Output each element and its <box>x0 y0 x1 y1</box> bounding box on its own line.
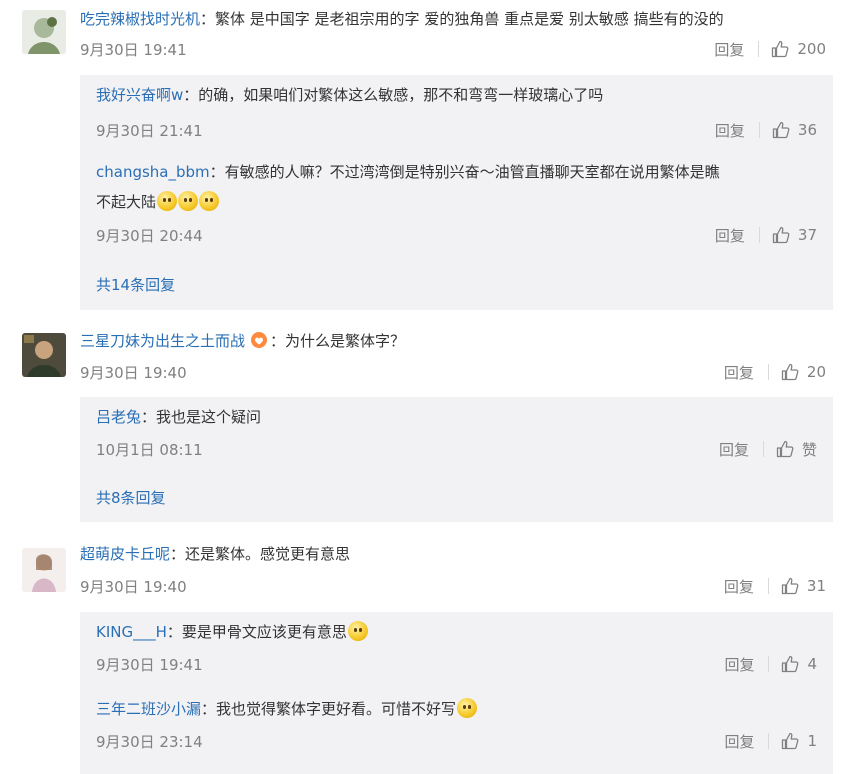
reply-button[interactable]: 回复 <box>724 576 754 597</box>
reply-button[interactable]: 回复 <box>715 120 745 141</box>
like-button[interactable]: 20 <box>781 363 826 381</box>
thumbs-up-icon <box>781 363 799 381</box>
like-button[interactable]: 36 <box>772 121 817 139</box>
reply-item: 三年二班沙小漏：我也觉得繁体字更好看。可惜不好写 9月30日 23:14 回复 … <box>96 694 817 753</box>
divider <box>767 578 769 594</box>
thumbs-up-icon <box>781 577 799 595</box>
replies-panel: 我好兴奋啊w：的确，如果咱们对繁体这么敏感，那不和弯弯一样玻璃心了吗 9月30日… <box>80 75 833 310</box>
thumbs-up-icon <box>782 732 799 750</box>
reply-button[interactable]: 回复 <box>719 439 749 460</box>
reply-item: KING___H：要是甲骨文应该更有意思 9月30日 19:41 回复 4 <box>96 617 817 676</box>
like-button[interactable]: 31 <box>781 577 826 595</box>
like-count: 200 <box>797 40 826 58</box>
view-more-replies-link[interactable]: 共8条回复 <box>96 487 166 508</box>
reply-text: ：我也是这个疑问 <box>141 408 262 426</box>
reply-text: ：的确，如果咱们对繁体这么敏感，那不和弯弯一样玻璃心了吗 <box>183 86 604 104</box>
comment-date: 9月30日 19:40 <box>80 364 187 382</box>
like-count: 赞 <box>801 440 817 459</box>
like-count: 1 <box>807 732 817 750</box>
reply-button[interactable]: 回复 <box>724 362 754 383</box>
cat-face-emoji-icon <box>157 191 178 211</box>
like-button[interactable]: 4 <box>781 655 817 673</box>
reply-date: 9月30日 19:41 <box>96 656 203 674</box>
reply-text: ：我也觉得繁体字更好看。可惜不好写 <box>201 700 457 718</box>
comment-username[interactable]: 三星刀妹为出生之土而战 <box>80 332 245 350</box>
thumbs-up-icon <box>776 440 794 458</box>
reply-button[interactable]: 回复 <box>715 225 745 246</box>
reply-item: 吕老兔：我也是这个疑问 10月1日 08:11 回复 赞 <box>96 402 817 461</box>
fan-badge-icon <box>251 332 268 348</box>
like-button[interactable]: 200 <box>771 40 826 58</box>
comment-text: ：繁体 是中国字 是老祖宗用的字 爱的独角兽 重点是爱 别太敏感 搞些有的没的 <box>200 10 724 28</box>
comment-username[interactable]: 超萌皮卡丘呢 <box>80 545 170 563</box>
reply-username[interactable]: 吕老兔 <box>96 408 141 426</box>
like-count: 37 <box>797 226 817 244</box>
like-button[interactable]: 1 <box>781 732 817 750</box>
divider <box>762 441 764 457</box>
reply-text: ：要是甲骨文应该更有意思 <box>166 623 347 641</box>
reply-username[interactable]: changsha_bbm <box>96 163 210 181</box>
reply-username[interactable]: 三年二班沙小漏 <box>96 700 201 718</box>
reply-date: 9月30日 21:41 <box>96 122 203 140</box>
reply-item: changsha_bbm：有敏感的人嘛？不过湾湾倒是特别兴奋～油管直播聊天室都在… <box>96 157 817 247</box>
thumbs-up-icon <box>782 655 799 673</box>
like-button[interactable]: 赞 <box>776 439 817 460</box>
reply-username[interactable]: KING___H <box>96 623 167 641</box>
laugh-cry-emoji-icon <box>457 698 478 718</box>
comment-date: 9月30日 19:41 <box>80 41 187 59</box>
view-more-replies-link[interactable]: 共14条回复 <box>96 274 175 295</box>
comment-username[interactable]: 吃完辣椒找时光机 <box>80 10 200 28</box>
divider <box>758 227 760 243</box>
reply-button[interactable]: 回复 <box>724 654 754 675</box>
reply-date: 9月30日 20:44 <box>96 227 203 245</box>
smile-emoji-icon <box>347 621 368 641</box>
like-button[interactable]: 37 <box>772 226 817 244</box>
like-count: 4 <box>807 655 817 673</box>
cat-face-emoji-icon <box>178 191 199 211</box>
reply-date: 10月1日 08:11 <box>96 441 203 459</box>
divider <box>768 733 770 749</box>
like-count: 31 <box>806 577 826 595</box>
like-count: 36 <box>797 121 817 139</box>
reply-date: 9月30日 23:14 <box>96 733 203 751</box>
divider <box>758 122 760 138</box>
reply-text: ：有敏感的人嘛？不过湾湾倒是特别兴奋～油管直播聊天室都在说用繁体是瞧 <box>209 163 720 181</box>
divider <box>768 656 770 672</box>
avatar[interactable] <box>22 333 66 377</box>
comment-text: ：为什么是繁体字？ <box>270 332 406 350</box>
reply-item: 我好兴奋啊w：的确，如果咱们对繁体这么敏感，那不和弯弯一样玻璃心了吗 9月30日… <box>96 80 817 142</box>
avatar[interactable] <box>22 10 66 54</box>
comment-text: ：还是繁体。感觉更有意思 <box>170 545 351 563</box>
reply-username[interactable]: 我好兴奋啊w <box>96 86 183 104</box>
replies-panel: KING___H：要是甲骨文应该更有意思 9月30日 19:41 回复 4 三年… <box>80 612 833 774</box>
reply-text-continued: 不起大陆 <box>96 193 157 211</box>
divider <box>767 364 769 380</box>
thumbs-up-icon <box>772 40 789 58</box>
replies-panel: 吕老兔：我也是这个疑问 10月1日 08:11 回复 赞 共8条回复 <box>80 397 833 522</box>
reply-button[interactable]: 回复 <box>724 731 754 752</box>
avatar[interactable] <box>22 548 66 592</box>
thumbs-up-icon <box>772 226 790 244</box>
cat-face-emoji-icon <box>199 191 220 211</box>
comment-date: 9月30日 19:40 <box>80 578 187 596</box>
divider <box>758 41 760 57</box>
thumbs-up-icon <box>772 121 790 139</box>
like-count: 20 <box>806 363 826 381</box>
reply-button[interactable]: 回复 <box>714 39 744 60</box>
